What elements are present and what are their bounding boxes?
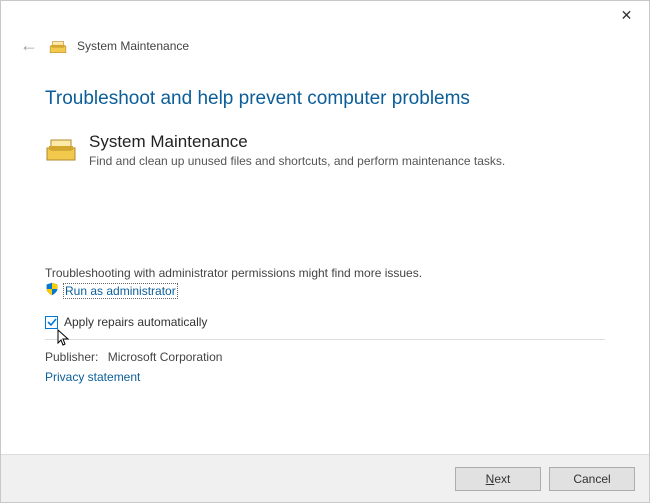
section-description: Find and clean up unused files and short… [89, 154, 505, 168]
button-bar: Next Cancel [1, 454, 649, 502]
privacy-link[interactable]: Privacy statement [45, 370, 140, 384]
content: Troubleshoot and help prevent computer p… [1, 66, 649, 384]
maintenance-icon [49, 37, 67, 55]
header: ← System Maintenance [1, 31, 649, 66]
apply-repairs-row: Apply repairs automatically [45, 315, 605, 329]
back-arrow-icon[interactable]: ← [19, 35, 39, 56]
apply-repairs-checkbox[interactable] [45, 316, 58, 329]
section-title: System Maintenance [89, 132, 505, 152]
titlebar: ✕ [1, 1, 649, 31]
publisher-value: Microsoft Corporation [108, 350, 223, 364]
toolbox-icon [45, 132, 77, 164]
admin-link-row: Run as administrator [45, 282, 605, 299]
admin-note: Troubleshooting with administrator permi… [45, 266, 605, 280]
next-button[interactable]: Next [455, 467, 541, 491]
troubleshooter-section: System Maintenance Find and clean up unu… [45, 132, 605, 168]
close-button[interactable]: ✕ [604, 1, 649, 29]
publisher-label: Publisher: [45, 350, 98, 364]
cancel-button[interactable]: Cancel [549, 467, 635, 491]
shield-icon [45, 282, 59, 299]
page-title: Troubleshoot and help prevent computer p… [45, 88, 605, 110]
divider [45, 339, 605, 340]
apply-repairs-label: Apply repairs automatically [64, 315, 207, 329]
publisher-row: Publisher: Microsoft Corporation [45, 350, 605, 364]
header-title: System Maintenance [77, 39, 189, 53]
close-icon: ✕ [621, 7, 633, 24]
run-as-admin-link[interactable]: Run as administrator [63, 283, 178, 299]
